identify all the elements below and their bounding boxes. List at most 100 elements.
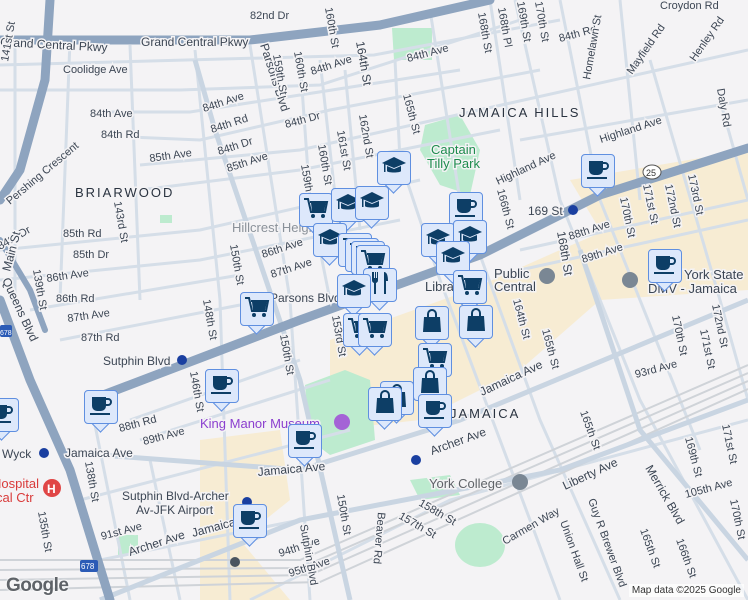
road-label: Coolidge Ave [63,64,128,76]
road-label: Jamaica Ave [65,446,133,460]
neighborhood-label: JAMAICA HILLS [459,105,580,120]
marker-box [84,390,118,424]
school-icon [440,246,466,271]
coffee-marker[interactable] [288,424,324,468]
road-label: 166th St [494,188,516,231]
neighborhood-label: BRIARWOOD [75,185,174,200]
poi-label-hospital[interactable]: cal Ctr [0,489,36,507]
road-label: Guy R Brewer Blvd [585,497,628,589]
school-marker[interactable] [337,274,373,318]
coffee-icon [0,402,14,429]
road-label: 170th St [532,0,551,42]
marker-box [355,186,389,220]
station-label[interactable]: Sutphin Blvd [102,353,172,370]
cart-icon [244,296,270,323]
coffee-icon [293,428,317,455]
marker-box [288,424,322,458]
road-label: 150th St [227,243,246,285]
marker-box [377,151,411,185]
coffee-icon [238,508,262,535]
grocery-marker[interactable] [358,313,394,357]
marker-box [418,394,452,428]
coffee-marker[interactable] [418,394,454,438]
shopping-marker[interactable] [368,387,404,431]
road-label: Parsons Blvd [270,291,341,305]
coffee-marker[interactable] [233,504,269,548]
road-label: 84th Ave [90,108,133,120]
school-icon [381,156,407,181]
road-label: Main St [0,229,24,273]
coffee-marker[interactable] [0,398,21,442]
station-label[interactable]: Wyck [1,446,34,463]
coffee-marker[interactable] [648,249,684,293]
road-label: 171st St [719,423,739,465]
coffee-marker[interactable] [581,154,617,198]
road-label: Daly Rd [714,87,733,128]
i678-shield: 678 [81,562,95,571]
road-label: 170th St [727,498,747,541]
road-label: 86th Ave [46,267,90,285]
road-label: Grand Central Pkwy [141,35,248,49]
road-label: 169th St [682,436,704,479]
coffee-marker[interactable] [84,390,120,434]
station-label[interactable]: Av-JFK Airport [135,502,216,519]
neighborhood-label: JAMAICA [450,406,520,421]
road-label: 105th Ave [684,477,734,501]
station-label[interactable]: 169 St [527,203,565,220]
road-label: 86th Rd [56,293,95,305]
library-icon[interactable] [539,268,555,284]
road-label: 170th St [669,314,689,357]
restaurant-icon [369,271,391,300]
school-icon [341,279,367,304]
museum-icon[interactable] [334,414,350,430]
poi-label-library[interactable]: Central [493,278,538,296]
marker-box [205,369,239,403]
road-label: Highland Ave [494,150,558,188]
road-label: 82nd Dr [250,10,289,22]
road-label: 165th St [637,527,662,570]
marker-box [358,313,392,347]
marker-box [233,504,267,538]
coffee-icon [210,373,234,400]
road-label: 148th St [200,298,219,340]
road-label: Union Hall St [557,519,590,583]
map-copyright[interactable]: Map data ©2025 Google [628,584,744,597]
government-icon[interactable] [622,272,638,288]
poi-label-hospital[interactable]: Hospital [0,475,41,493]
road-label: 85th Dr [73,249,109,261]
marker-box [240,292,274,326]
coffee-icon [423,398,447,425]
road-label: Carmen Way [501,505,563,548]
poi-label-dmv[interactable]: York State [683,266,746,284]
road-label: 87th Ave [269,256,313,281]
marker-box [368,387,402,421]
route-25-shield: 25 [646,168,656,178]
park-label: Tilly Park [427,156,480,171]
coffee-marker[interactable] [205,369,241,413]
marker-box [581,154,615,188]
road-label: 85th Rd [63,228,102,240]
station-label[interactable]: Sutphin Blvd-Archer [121,488,231,505]
cart-icon [457,274,483,301]
marker-box [648,249,682,283]
road-label: 84th Rd [101,129,140,141]
road-label: 166th St [673,537,698,580]
marker-box [453,270,487,304]
road-label: Homelawn St [581,14,604,81]
poi-label-york-college[interactable]: York College [428,475,504,493]
shopping-marker[interactable] [459,305,495,349]
school-marker[interactable] [355,186,391,230]
grocery-marker[interactable] [240,292,276,336]
university-icon[interactable] [512,474,528,490]
google-logo[interactable]: Google [6,575,69,597]
marker-box [299,193,333,227]
road-label: Sutphin Blvd [297,523,320,586]
road-label: 164th St [353,40,375,87]
marker-box [337,274,371,308]
road-label: 89th Ave [142,425,186,448]
road-label: 87th Ave [67,307,111,325]
coffee-icon [89,394,113,421]
road-label: 146th St [187,370,206,412]
road-label: 84th Ave [201,90,245,115]
road-label: 171st St [697,328,717,370]
